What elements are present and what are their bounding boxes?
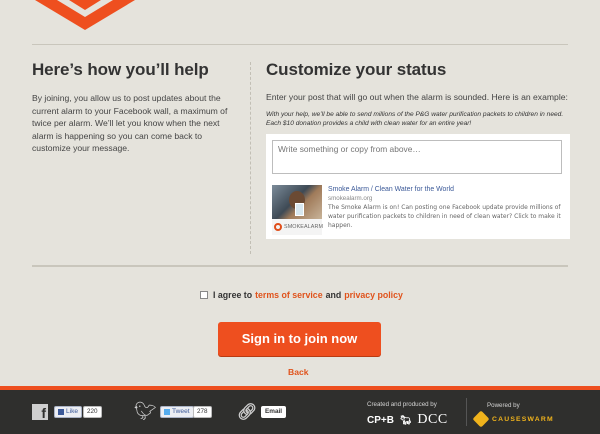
footer: f Like 220 🐦︎ Tweet 278 🔗︎ Email Created… [0, 390, 600, 434]
tweet-button[interactable]: Tweet [160, 406, 194, 418]
bull-icon: 🐂︎ [399, 414, 412, 425]
example-status-text: With your help, we’ll be able to send mi… [266, 110, 564, 128]
smokealarm-logo-icon: SMOKEALARM [274, 222, 323, 231]
causeswarm-hex-icon [472, 410, 490, 428]
link-preview: SMOKEALARM Smoke Alarm / Clean Water for… [272, 184, 564, 235]
agree-row: I agree to terms of service and privacy … [200, 290, 406, 300]
top-divider [32, 44, 568, 45]
preview-description: The Smoke Alarm is on! Can posting one F… [328, 203, 561, 229]
how-you-help-section: Here’s how you’ll help By joining, you a… [32, 60, 237, 155]
agree-checkbox[interactable] [200, 291, 208, 299]
tweet-count: 278 [193, 406, 212, 418]
preview-title[interactable]: Smoke Alarm / Clean Water for the World [328, 185, 564, 194]
how-you-help-body: By joining, you allow us to post updates… [32, 93, 228, 153]
facebook-like-button[interactable]: Like [54, 406, 83, 418]
privacy-policy-link[interactable]: privacy policy [344, 290, 403, 300]
agree-and: and [325, 290, 342, 300]
customize-intro: Enter your post that will go out when th… [266, 92, 568, 102]
link-icon[interactable]: 🔗︎ [237, 402, 257, 422]
powered-by-label: Powered by [487, 402, 520, 409]
customize-status-section: Customize your status Enter your post th… [266, 60, 570, 239]
twitter-bird-small-icon [164, 409, 170, 415]
email-button[interactable]: Email [261, 406, 287, 418]
producer-logos: CP+B 🐂︎ DCC [367, 412, 448, 428]
footer-separator [466, 398, 467, 426]
like-count: 220 [83, 406, 102, 418]
smoke-alarm-logo [35, 0, 135, 30]
produced-by-label: Created and produced by [367, 401, 437, 408]
terms-of-service-link[interactable]: terms of service [255, 290, 322, 300]
customize-status-heading: Customize your status [266, 60, 447, 79]
dcc-logo: DCC [417, 412, 448, 427]
back-link[interactable]: Back [288, 367, 309, 377]
middle-divider [32, 265, 568, 267]
status-input[interactable] [272, 139, 562, 174]
causeswarm-logo[interactable]: CAUSESWARM [472, 410, 554, 428]
column-divider [250, 62, 251, 254]
child-photo [272, 184, 322, 219]
preview-url: smokealarm.org [328, 194, 373, 202]
how-you-help-heading: Here’s how you’ll help [32, 60, 209, 79]
like-thumb-icon [58, 409, 64, 415]
sign-in-join-button[interactable]: Sign in to join now [218, 322, 381, 356]
twitter-icon[interactable]: 🐦︎ [134, 401, 157, 422]
facebook-icon[interactable]: f [32, 404, 48, 421]
status-composer: SMOKEALARM Smoke Alarm / Clean Water for… [266, 133, 570, 239]
cpb-logo: CP+B [367, 414, 394, 426]
agree-prefix: I agree to [213, 290, 253, 300]
preview-thumbnail: SMOKEALARM [272, 184, 323, 235]
